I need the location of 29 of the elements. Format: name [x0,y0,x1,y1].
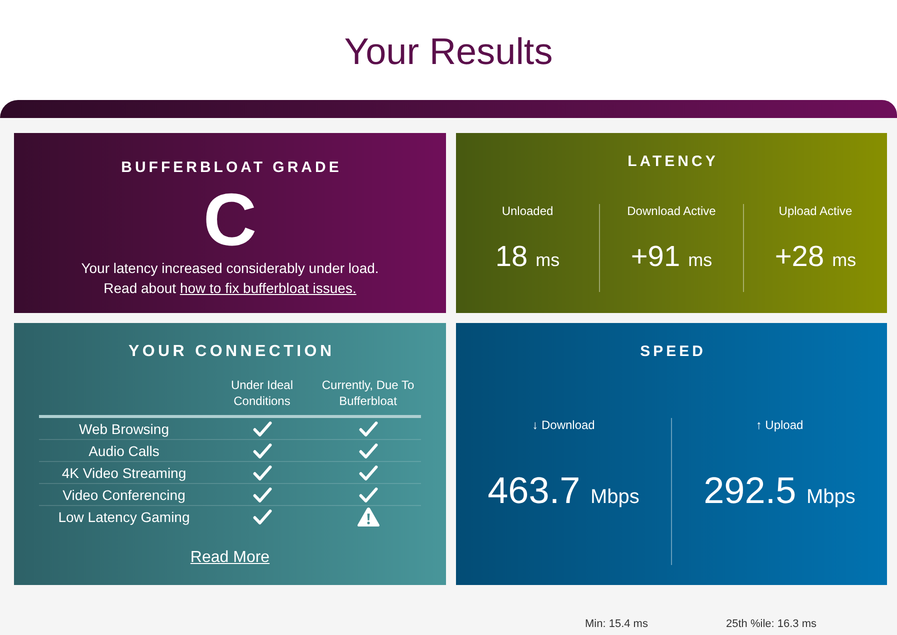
latency-label: Upload Active [778,204,852,218]
page-title: Your Results [344,30,553,74]
latency-stat: 25th %ile: 16.3 ms [726,618,816,630]
speed-label: ↓ Download [532,418,595,432]
fix-bufferbloat-link[interactable]: how to fix bufferbloat issues. [180,280,356,296]
card-title: BUFFERBLOAT GRADE [120,159,342,177]
latency-value: +91 ms [630,242,712,275]
card-title: LATENCY [626,153,718,171]
activity-label: 4K Video Streaming [62,464,186,482]
latency-value: 18 ms [495,242,560,275]
latency-stat: Min: 15.4 ms [585,618,648,630]
latency-value: +28 ms [774,242,856,275]
latency-label: Download Active [627,204,716,218]
card-title: SPEED [639,343,706,361]
activity-label: Video Conferencing [62,486,186,504]
activity-label: Audio Calls [88,442,160,460]
column-header: Under Ideal Conditions [230,377,294,409]
read-more-link[interactable]: Read More [190,549,270,567]
grade-description: Your latency increased considerably under load. [81,259,379,278]
speed-label: ↑ Upload [756,418,804,432]
grade-letter: C [203,192,257,248]
speed-value: 463.7 Mbps [488,469,640,513]
latency-label: Unloaded [502,204,554,218]
column-header: Currently, Due To Bufferbloat [320,377,416,409]
card-title: YOUR CONNECTION [127,343,335,361]
activity-label: Low Latency Gaming [58,508,190,526]
activity-label: Web Browsing [78,420,169,438]
speed-value: 292.5 Mbps [704,469,856,513]
fix-link-sentence: Read about how to fix bufferbloat issues. [104,279,356,298]
